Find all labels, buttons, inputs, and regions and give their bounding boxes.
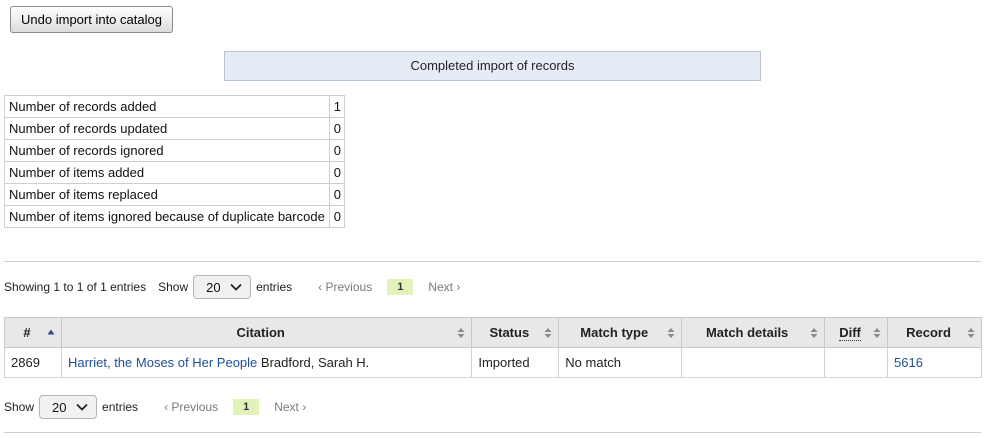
summary-label: Number of items added bbox=[4, 161, 330, 184]
sort-icon bbox=[810, 327, 818, 338]
cell-match-type: No match bbox=[558, 347, 683, 378]
next-label: Next bbox=[274, 400, 299, 414]
citation-title-link[interactable]: Harriet, the Moses of Her People bbox=[68, 355, 257, 370]
current-page-button[interactable]: 1 bbox=[387, 279, 414, 295]
divider bbox=[4, 432, 981, 433]
header-label: Status bbox=[489, 325, 530, 340]
page-size-select[interactable]: 20 bbox=[193, 275, 252, 299]
header-label: Diff bbox=[839, 325, 861, 341]
header-label: Citation bbox=[236, 325, 285, 340]
cell-status: Imported bbox=[471, 347, 560, 378]
sort-icon bbox=[544, 327, 552, 338]
page-size-value: 20 bbox=[206, 279, 221, 295]
undo-import-button[interactable]: Undo import into catalog bbox=[10, 6, 173, 33]
sort-ascending-icon bbox=[47, 329, 55, 334]
previous-page-button[interactable]: ‹ Previous bbox=[318, 280, 372, 294]
chevron-right-icon: › bbox=[298, 400, 307, 414]
summary-row: Number of items added 0 bbox=[4, 161, 346, 184]
cell-diff bbox=[824, 347, 889, 378]
previous-label: Previous bbox=[171, 400, 219, 414]
column-header-number[interactable]: # bbox=[4, 317, 62, 348]
chevron-right-icon: › bbox=[453, 280, 461, 294]
page-size-select[interactable]: 20 bbox=[39, 395, 98, 419]
current-page-button[interactable]: 1 bbox=[233, 399, 260, 415]
summary-row: Number of records added 1 bbox=[4, 95, 346, 118]
next-page-button[interactable]: Next › bbox=[274, 400, 306, 414]
header-label: Match type bbox=[580, 325, 649, 340]
summary-label: Number of records added bbox=[4, 95, 330, 118]
column-header-match-type[interactable]: Match type bbox=[558, 317, 683, 348]
pager-top: Showing 1 to 1 of 1 entries Show 20 entr… bbox=[4, 275, 460, 299]
cell-match-details bbox=[681, 347, 826, 378]
summary-value: 1 bbox=[328, 95, 346, 118]
column-header-match-details[interactable]: Match details bbox=[681, 317, 826, 348]
previous-label: Previous bbox=[325, 280, 373, 294]
sort-icon bbox=[457, 327, 465, 338]
header-label: Record bbox=[906, 325, 951, 340]
summary-row: Number of records updated 0 bbox=[4, 117, 346, 140]
summary-row: Number of items replaced 0 bbox=[4, 183, 346, 206]
summary-label: Number of records updated bbox=[4, 117, 330, 140]
show-label: Show bbox=[4, 400, 35, 414]
header-label: # bbox=[23, 325, 31, 340]
chevron-down-icon bbox=[230, 283, 242, 291]
record-link[interactable]: 5616 bbox=[894, 355, 923, 370]
summary-value: 0 bbox=[328, 161, 346, 184]
sort-icon bbox=[967, 327, 975, 338]
summary-label: Number of records ignored bbox=[4, 139, 330, 162]
cell-record: 5616 bbox=[887, 347, 982, 378]
page-size-value: 20 bbox=[52, 399, 67, 415]
pager-bottom: Show 20 entries ‹ Previous 1 Next › bbox=[4, 395, 306, 419]
entries-label: entries bbox=[102, 400, 139, 414]
citation-author: Bradford, Sarah H. bbox=[260, 355, 370, 370]
import-results-table: # Citation Status Match type Match detai… bbox=[4, 317, 982, 378]
chevron-left-icon: ‹ bbox=[164, 400, 172, 414]
cell-citation: Harriet, the Moses of Her People Bradfor… bbox=[60, 347, 473, 378]
import-summary-table: Number of records added 1 Number of reco… bbox=[4, 95, 346, 228]
column-header-status[interactable]: Status bbox=[471, 317, 560, 348]
summary-value: 0 bbox=[328, 139, 346, 162]
entries-label: entries bbox=[256, 280, 293, 294]
column-header-diff[interactable]: Diff bbox=[824, 317, 889, 348]
next-label: Next bbox=[428, 280, 453, 294]
summary-row: Number of items ignored because of dupli… bbox=[4, 205, 346, 228]
summary-value: 0 bbox=[328, 117, 346, 140]
summary-label: Number of items replaced bbox=[4, 183, 330, 206]
show-label: Show bbox=[158, 280, 189, 294]
summary-value: 0 bbox=[328, 205, 346, 228]
completed-import-banner: Completed import of records bbox=[224, 51, 761, 81]
sort-icon bbox=[667, 327, 675, 338]
sort-icon bbox=[873, 327, 881, 338]
header-label: Match details bbox=[705, 325, 789, 340]
table-row: 2869 Harriet, the Moses of Her People Br… bbox=[4, 347, 982, 378]
next-page-button[interactable]: Next › bbox=[428, 280, 460, 294]
summary-label: Number of items ignored because of dupli… bbox=[4, 205, 330, 228]
previous-page-button[interactable]: ‹ Previous bbox=[164, 400, 218, 414]
column-header-record[interactable]: Record bbox=[887, 317, 982, 348]
divider bbox=[4, 261, 981, 262]
summary-row: Number of records ignored 0 bbox=[4, 139, 346, 162]
chevron-left-icon: ‹ bbox=[318, 280, 326, 294]
chevron-down-icon bbox=[76, 403, 88, 411]
entries-info: Showing 1 to 1 of 1 entries bbox=[4, 280, 147, 294]
cell-number: 2869 bbox=[4, 347, 62, 378]
summary-value: 0 bbox=[328, 183, 346, 206]
column-header-citation[interactable]: Citation bbox=[60, 317, 473, 348]
